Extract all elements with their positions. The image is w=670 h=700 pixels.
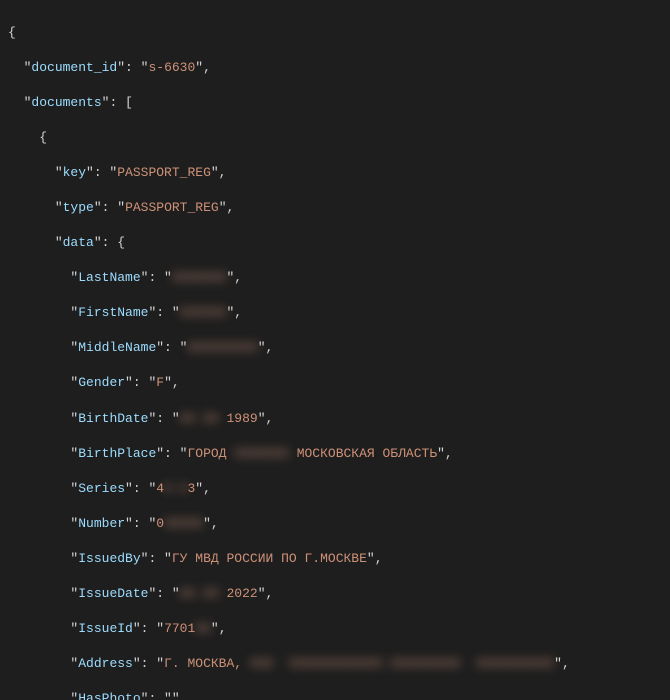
redacted: XXX XXXXXXXXXXXX XXXXXXXXX XXXXXXXXXX xyxy=(250,655,554,673)
redacted: XX xyxy=(195,620,211,638)
redacted: XX XX xyxy=(180,410,219,428)
key-documents: documents xyxy=(31,95,101,110)
redacted: X X xyxy=(164,480,187,498)
redacted: XXXXXXXXX xyxy=(187,339,257,357)
val-document-id: s-6630 xyxy=(148,60,195,75)
val-key: PASSPORT_REG xyxy=(117,165,211,180)
redacted: XXXXXXX xyxy=(234,445,289,463)
json-viewer: { "document_id": "s-6630", "documents": … xyxy=(0,0,670,700)
redacted: XXXXX xyxy=(164,515,203,533)
key-document-id: document_id xyxy=(31,60,117,75)
redacted: XXXXXXX xyxy=(172,269,227,287)
redacted: XXXXXX xyxy=(180,304,227,322)
redacted: XX XX xyxy=(180,585,219,603)
val-type: PASSPORT_REG xyxy=(125,200,219,215)
